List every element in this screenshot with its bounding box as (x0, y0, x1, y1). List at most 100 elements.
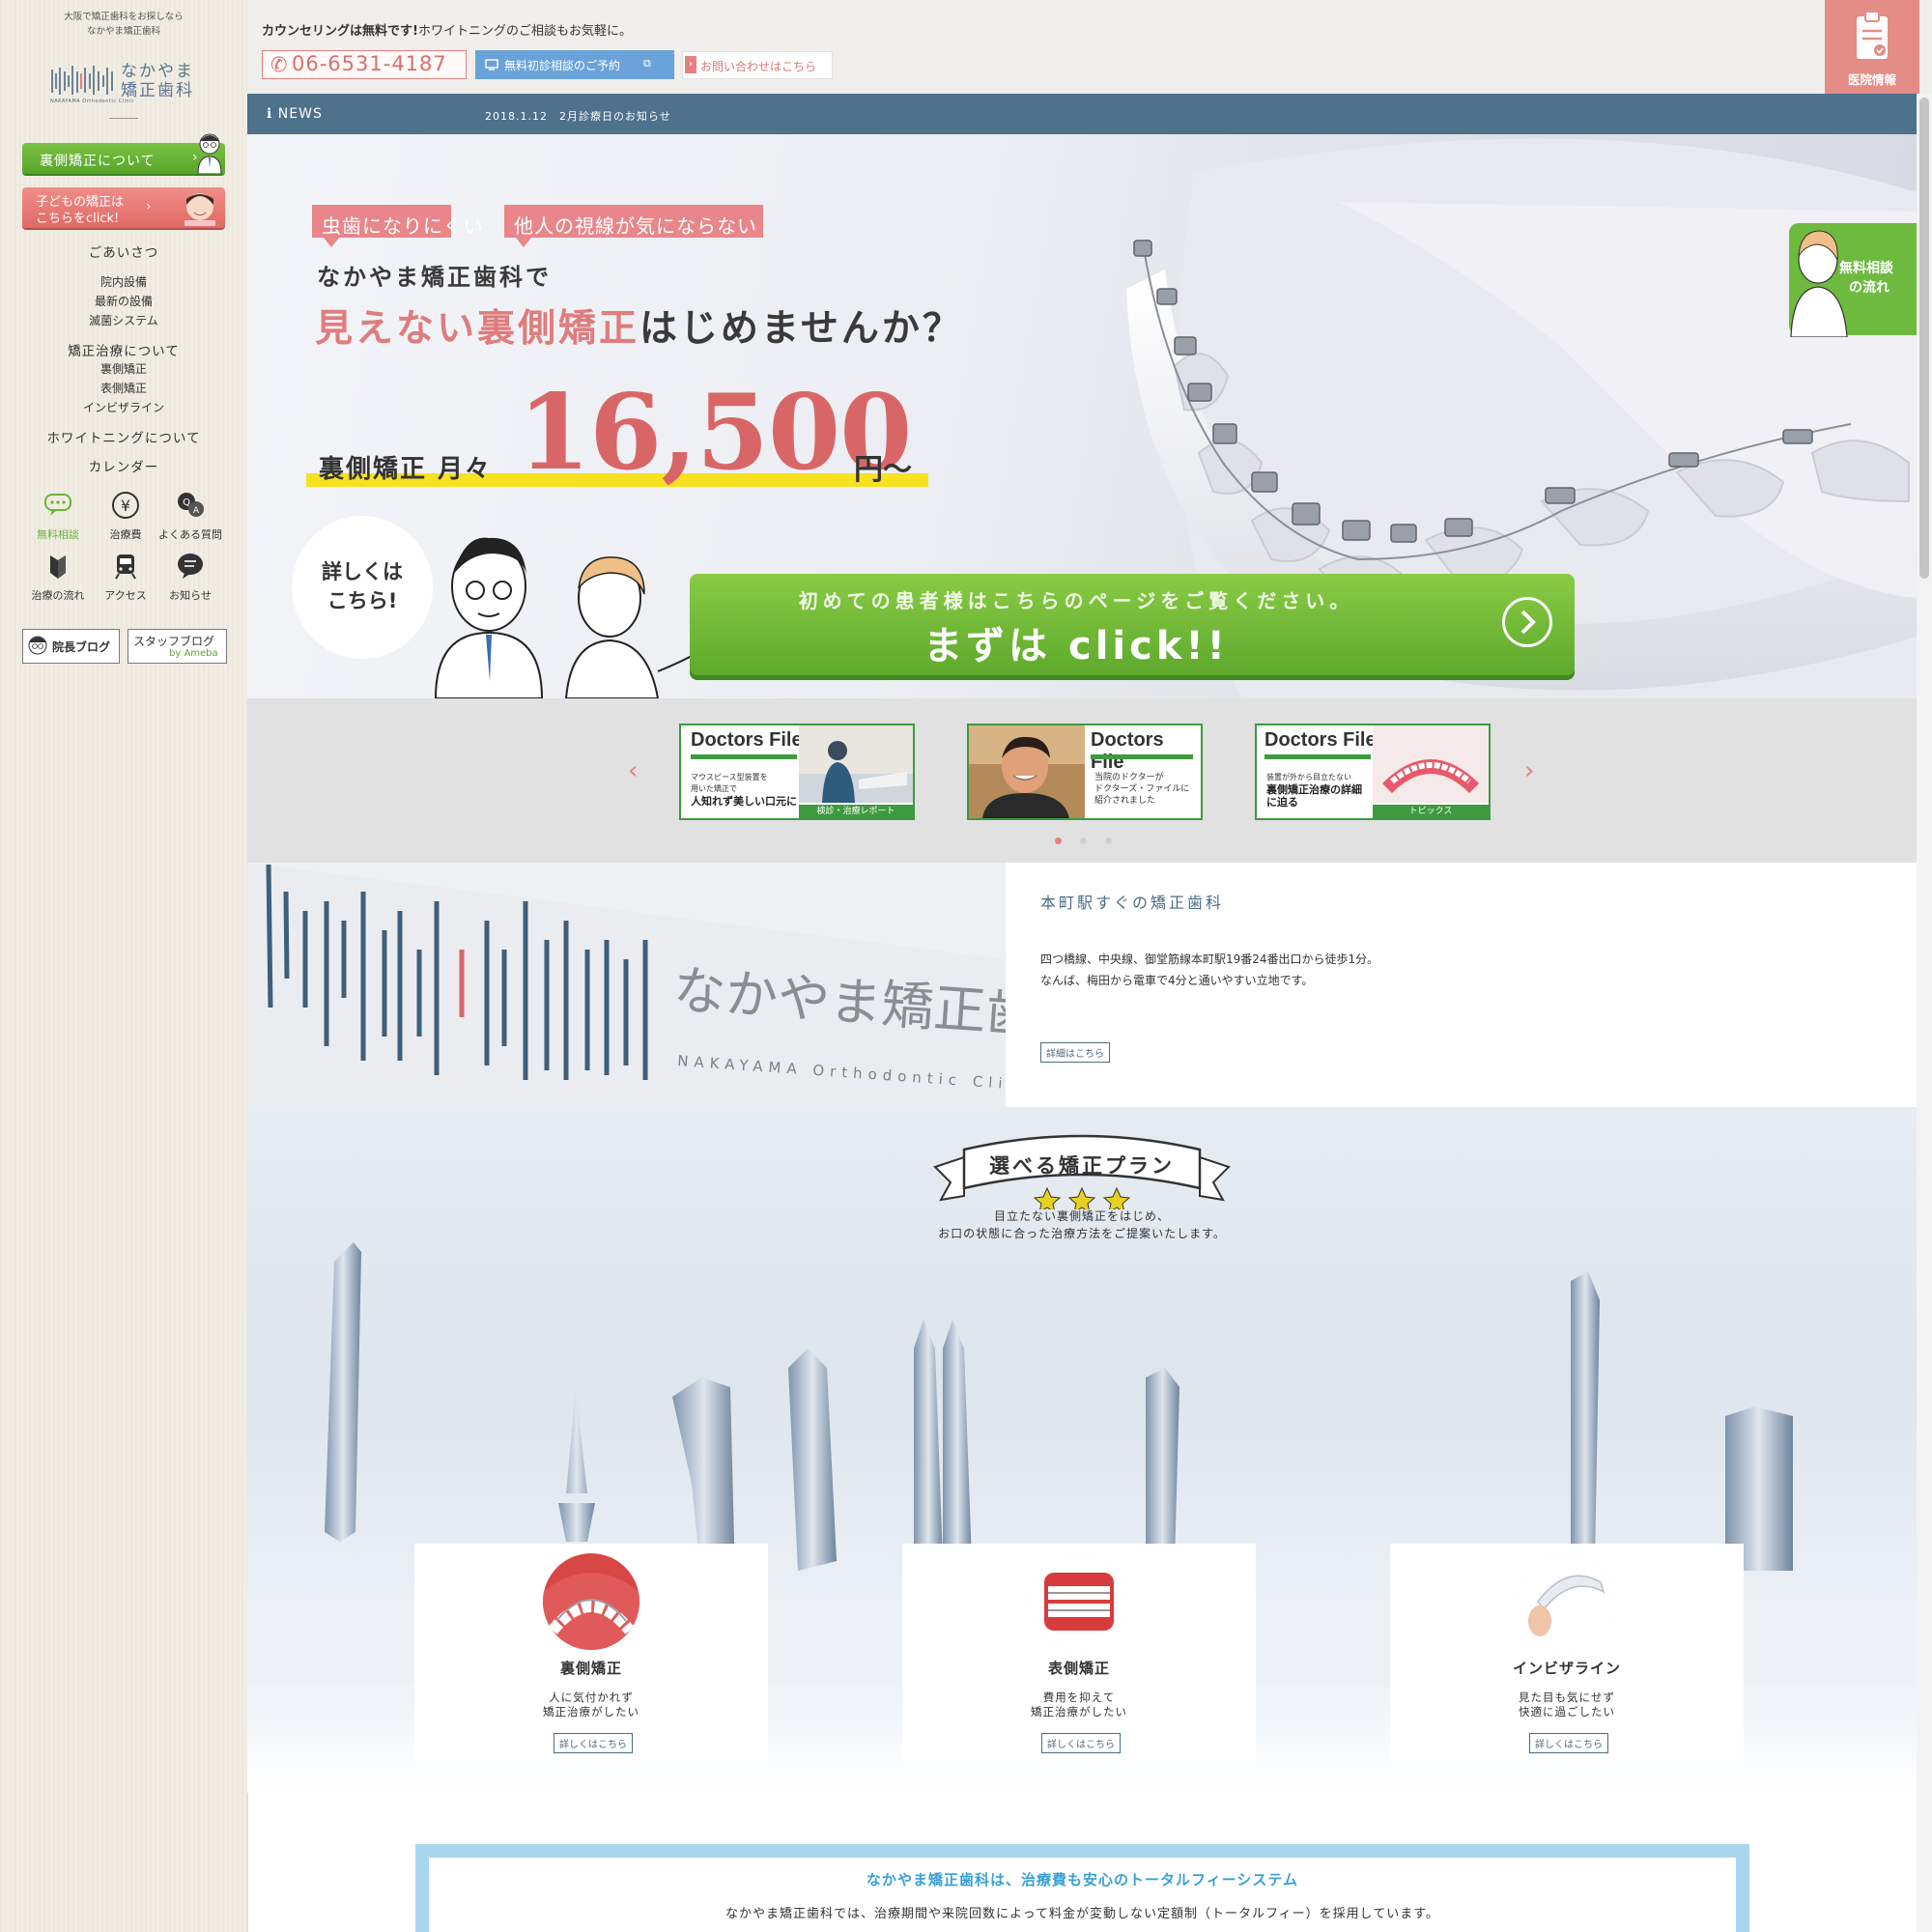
kids-ortho-label-2: こちらをclick! (36, 212, 120, 226)
news-item[interactable]: 2018.1.12 2月診療日のお知らせ (485, 108, 671, 124)
card-1-bar (691, 754, 797, 759)
nav-latest-equipment[interactable]: 最新の設備 (0, 293, 247, 309)
doctor-and-assistant-illustration (434, 537, 703, 698)
plans-desc-1: 目立たない裏側矯正をはじめ、 (993, 1209, 1170, 1223)
cta-subtitle: 初めての患者様はこちらのページをご覧ください。 (798, 589, 1354, 612)
nav-calendar[interactable]: カレンダー (0, 456, 247, 475)
train-icon (115, 554, 136, 580)
lingual-ortho-button[interactable]: 裏側矯正について › (22, 133, 225, 174)
tagline-line-2: なかやま矯正歯科 (86, 26, 160, 37)
news-link[interactable]: お知らせ (156, 552, 224, 603)
carousel-dot-3[interactable] (1105, 838, 1112, 844)
free-flow-label-1: 無料相談 (1839, 261, 1893, 276)
card-3-bar (1264, 754, 1371, 759)
carousel-next-arrow[interactable]: › (1524, 756, 1534, 785)
reservation-label: 無料初診相談のご予約 (504, 59, 621, 72)
nav-greeting[interactable]: ごあいさつ (0, 242, 247, 261)
doctor-portrait-photo (969, 725, 1085, 818)
info-icon: ℹ (267, 106, 278, 122)
plan-card-labial[interactable]: 表側矯正 費用を抑えて 矯正治療がしたい 詳しくはこちら (902, 1544, 1256, 1761)
faq-link[interactable]: Q A よくある質問 (156, 491, 224, 542)
hero-tag-2-text: 他人の視線が気にならない (514, 214, 757, 238)
assistant-illustration (1790, 230, 1848, 337)
beginner-mark-icon (50, 555, 66, 579)
clinic-info-button[interactable]: 医院情報 (1825, 0, 1919, 94)
access-link[interactable]: アクセス (92, 552, 159, 603)
kids-ortho-button[interactable]: 子どもの矯正は こちらをclick! › (22, 187, 225, 228)
external-link-icon: ⧉ (643, 57, 651, 70)
doctors-file-card-3[interactable]: Doctors File 装置が外から目立たない 裏側矯正治療の詳細に迫る トピ… (1255, 724, 1491, 820)
clinic-logo[interactable]: NAKAYAMA Orthodontic Clinic なかやま 矯正歯科 (50, 60, 205, 106)
plans-desc-2: お口の状態に合った治療方法をご提案いたします。 (938, 1227, 1226, 1240)
access-detail-button[interactable]: 詳細はこちら (1040, 1042, 1110, 1063)
arrow-right-icon: › (685, 56, 696, 73)
faq-label: よくある質問 (158, 528, 222, 541)
plan-invisalign-detail-button[interactable]: 詳しくはこちら (1529, 1733, 1608, 1753)
cta-title: まずは click!! (923, 624, 1229, 668)
fees-link[interactable]: ¥ 治療費 (92, 491, 159, 542)
faq-icon: Q A (178, 493, 204, 517)
hero-line-2-rest: はじめませんか？ (639, 307, 963, 351)
hero-line-2-highlight: 見えない裏側矯正 (315, 307, 640, 351)
svg-text:A: A (193, 506, 200, 516)
plan-card-invisalign[interactable]: インビザライン 見た目も気にせず 快適に過ごしたい 詳しくはこちら (1390, 1544, 1744, 1761)
plan-lingual-detail-button[interactable]: 詳しくはこちら (554, 1733, 633, 1753)
free-consult-flow-tab[interactable]: 無料相談 の流れ (1789, 223, 1917, 337)
price-suffix: 円～ (854, 453, 912, 487)
card-1-lines: マウスピース型装置を 用いた矯正で (691, 772, 768, 795)
carousel-dot-1[interactable] (1055, 838, 1062, 844)
card-2-bar (1091, 754, 1193, 759)
nav-whitening[interactable]: ホワイトニングについて (0, 427, 247, 446)
nav-labial[interactable]: 表側矯正 (0, 380, 247, 396)
lead-rest-text: ホワイトニングのご相談もお気軽に。 (417, 24, 632, 39)
phone-icon: ✆ (270, 53, 288, 76)
free-flow-label-2: の流れ (1849, 280, 1889, 296)
price-prefix: 裏側矯正 月々 (319, 455, 493, 484)
card-1-headline: 人知れず美しい口元に (691, 795, 797, 808)
logo-bars-icon (51, 66, 113, 95)
chevron-right-icon: › (146, 199, 152, 214)
access-heading: 本町駅すぐの矯正歯科 (1040, 894, 1225, 912)
doctors-file-card-1[interactable]: Doctors File マウスピース型装置を 用いた矯正で 人知れず美しい口元… (679, 724, 915, 820)
doctors-file-card-2[interactable]: Doctors File 当院のドクターが ドクターズ・ファイルに 紹介されまし… (967, 724, 1203, 820)
nav-lingual[interactable]: 裏側矯正 (0, 360, 247, 377)
header-lead: カウンセリングは無料です!ホワイトニングのご相談もお気軽に。 (262, 20, 632, 39)
lead-bold-text: カウンセリングは無料です! (262, 24, 418, 39)
invisalign-aligner-thumbnail (1519, 1553, 1615, 1650)
carousel-prev-arrow[interactable]: ‹ (628, 756, 638, 785)
card-1-title: Doctors File (691, 729, 803, 751)
hero-line-2: 見えない裏側矯正はじめませんか？ (315, 298, 963, 353)
reservation-button[interactable]: 無料初診相談のご予約 ⧉ (475, 50, 674, 79)
staff-blog-button[interactable]: スタッフブログ by Ameba (128, 629, 227, 664)
ameba-label: by Ameba (169, 648, 218, 659)
news-label-group: ℹ NEWS (267, 106, 323, 122)
first-visit-cta-button[interactable]: 初めての患者様はこちらのページをご覧ください。 まずは click!! (690, 574, 1575, 675)
news-bubble-icon (178, 554, 203, 579)
free-consult-link[interactable]: 無料相談 (24, 491, 92, 542)
hero-banner[interactable]: 虫歯になりにくい 他人の視線が気にならない なかやま矯正歯科で 見えない裏側矯正… (247, 134, 1917, 698)
plan-lingual-text-1: 人に気付かれず (549, 1690, 634, 1704)
access-text-1: 四つ橋線、中央線、御堂筋線本町駅19番24番出口から徒歩1分。 (1040, 952, 1379, 966)
page-scrollbar[interactable] (1917, 94, 1932, 1932)
plan-labial-detail-button[interactable]: 詳しくはこちら (1041, 1733, 1121, 1753)
treatment-flow-link[interactable]: 治療の流れ (24, 552, 92, 603)
details-bubble[interactable]: 詳しくは こちら! (292, 516, 433, 659)
director-blog-button[interactable]: 院長ブログ (22, 629, 120, 664)
plan-invisalign-text-2: 快適に過ごしたい (1519, 1705, 1615, 1719)
inquiry-button[interactable]: › お問い合わせはこちら (682, 51, 833, 79)
phone-number-button[interactable]: ✆ 06-6531-4187 (262, 50, 467, 79)
nav-ortho-about[interactable]: 矯正治療について (0, 340, 247, 359)
nav-sterilization[interactable]: 滅菌システム (0, 312, 247, 328)
card-3-line-1: 装置が外から目立たない (1266, 773, 1351, 781)
scrollbar-thumb[interactable] (1919, 98, 1929, 579)
treatment-plans-section: 選べる矯正プラン 目立たない裏側矯正をはじめ、 お口の状態に合った治療方法をご提… (247, 1107, 1917, 1793)
nav-invisalign[interactable]: インビザライン (0, 399, 247, 415)
plan-card-lingual[interactable]: 裏側矯正 人に気付かれず 矯正治療がしたい 詳しくはこちら (414, 1544, 768, 1761)
carousel-dot-2[interactable] (1080, 838, 1087, 844)
nav-facilities[interactable]: 院内設備 (0, 273, 247, 290)
hero-tag-2: 他人の視線が気にならない (504, 205, 763, 247)
news-label: お知らせ (169, 589, 212, 602)
card-2-title: Doctors File (1091, 729, 1164, 773)
arrow-circle-icon (1502, 597, 1552, 647)
dental-exam-photo (799, 725, 913, 803)
